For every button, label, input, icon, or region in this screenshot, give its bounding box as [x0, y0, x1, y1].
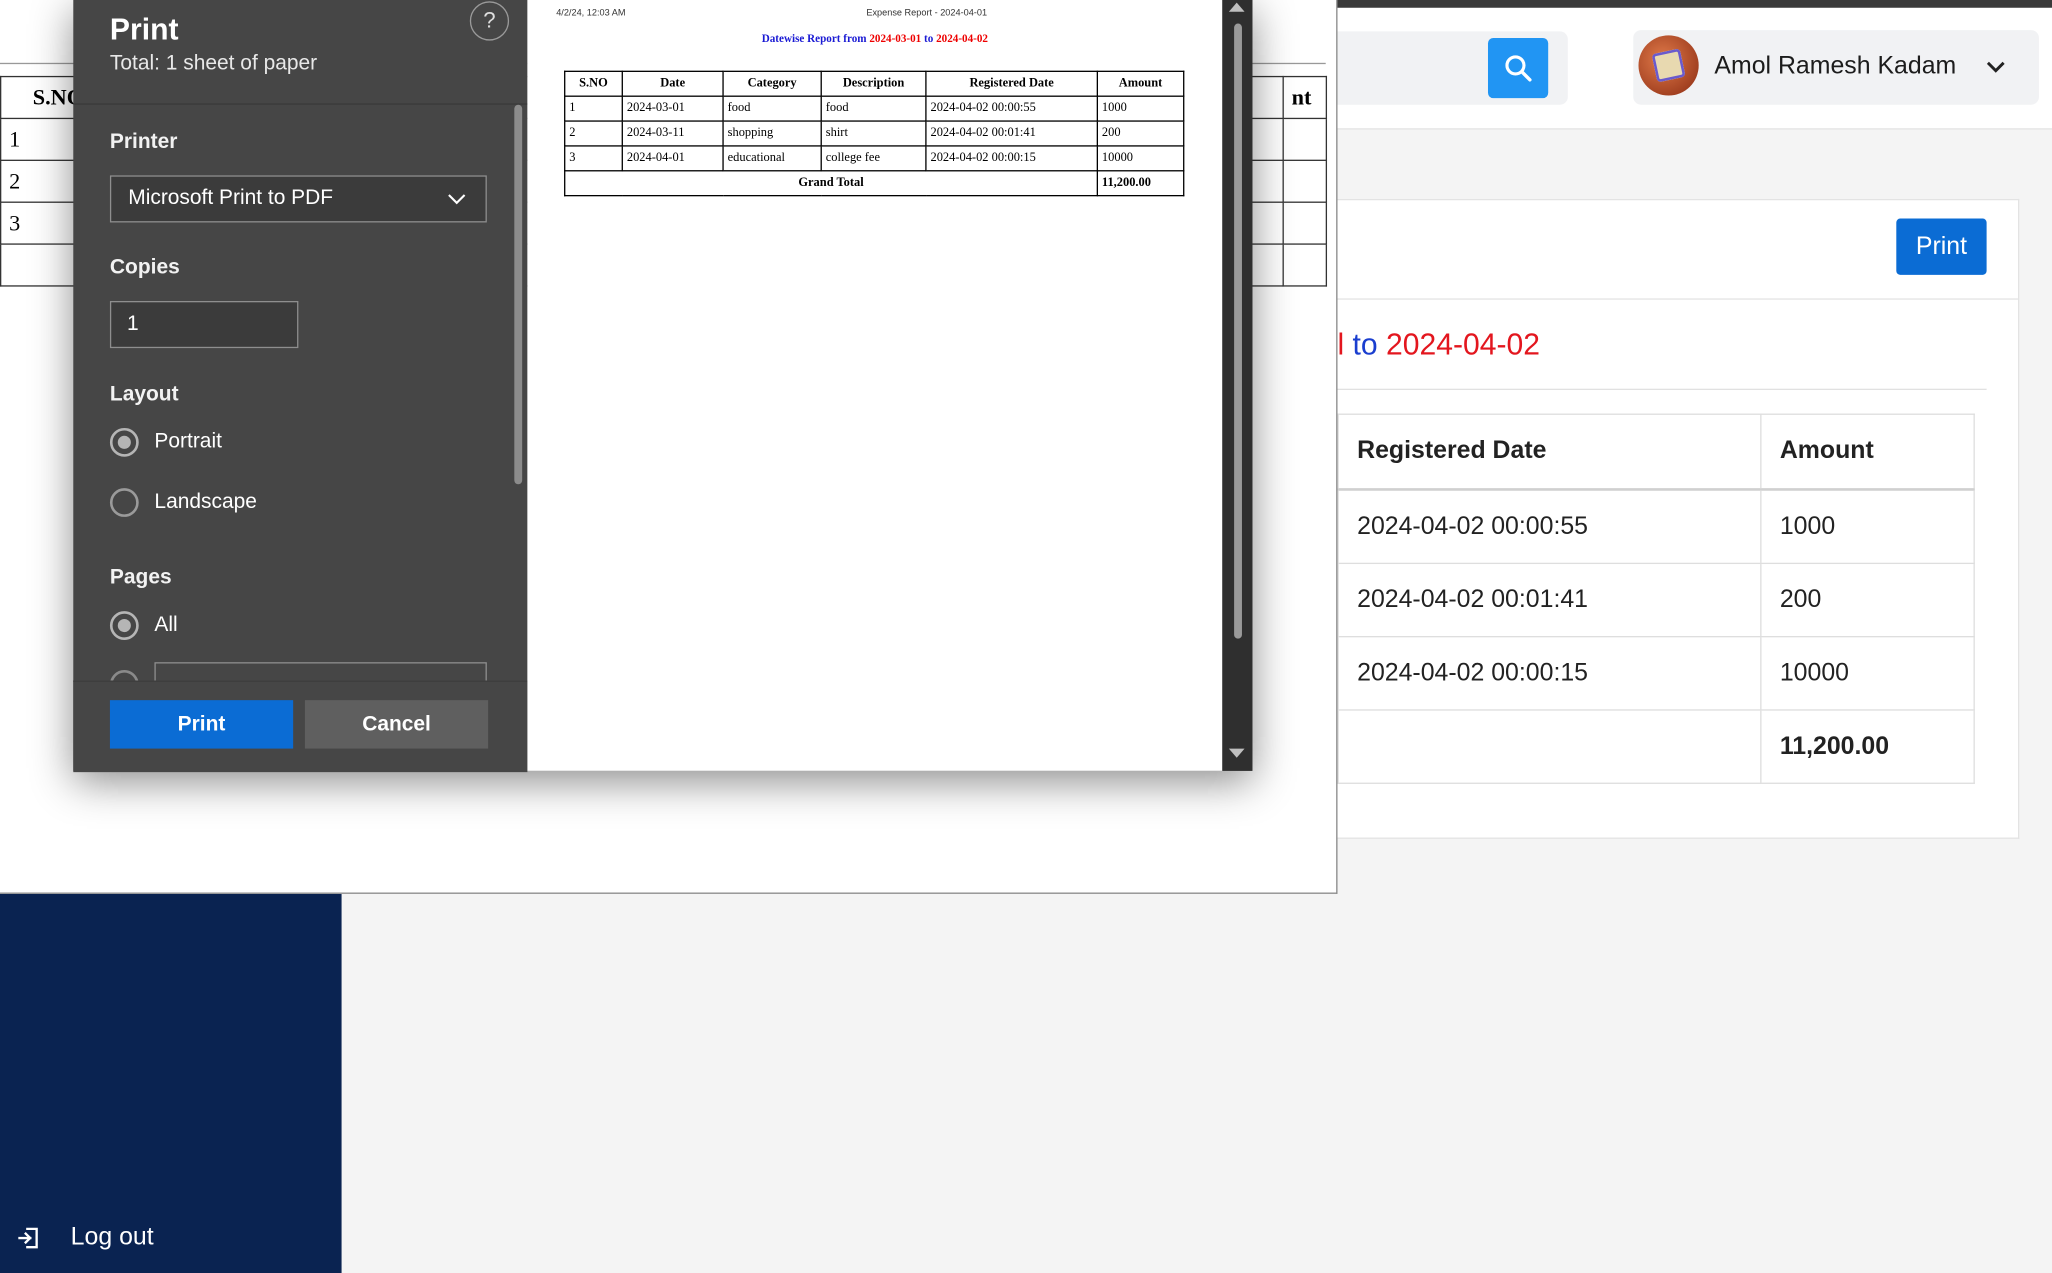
chevron-down-icon[interactable] [1984, 55, 2008, 79]
scroll-down-icon[interactable] [1228, 748, 1245, 758]
print-button[interactable]: Print [109, 700, 294, 749]
column-header-amount: Amount [1760, 413, 1975, 491]
registered-date-cell: 2024-04-02 00:00:55 [1337, 488, 1762, 565]
logout-label: Log out [70, 1223, 154, 1252]
grand-total-label: Grand Total [564, 170, 1098, 197]
settings-scroll-area[interactable]: Printer Microsoft Print to PDF Copies La… [73, 105, 527, 681]
report-table: Registered Date Amount 2024-04-02 00:00:… [1337, 413, 1975, 784]
sidebar [0, 893, 342, 1273]
print-dialog: Print Total: 1 sheet of paper ? Printer … [73, 0, 1253, 773]
portrait-label: Portrait [154, 430, 222, 453]
column-header-registered-date: Registered Date [1337, 413, 1762, 491]
grand-total-row: Grand Total 11,200.00 [564, 170, 1185, 197]
copies-label: Copies [109, 256, 180, 279]
preview-report-title: Datewise Report from 2024-03-01 to 2024-… [761, 31, 989, 45]
chevron-down-icon [448, 194, 466, 205]
amount-cell: 200 [1760, 562, 1975, 638]
table-row: 1 2024-03-01 food food 2024-04-02 00:00:… [564, 95, 1185, 122]
layout-landscape-option[interactable]: Landscape [109, 488, 257, 517]
grand-total-spacer [1337, 709, 1762, 784]
search-icon [1505, 55, 1532, 82]
sheet-count: Total: 1 sheet of paper [109, 52, 318, 75]
registered-date-cell: 2024-04-02 00:01:41 [1337, 562, 1762, 638]
pages-label: Pages [109, 566, 172, 589]
app-print-button[interactable]: Print [1896, 218, 1987, 275]
landscape-radio[interactable] [109, 488, 139, 517]
table-row: 2024-04-02 00:01:41 200 [1337, 562, 1975, 638]
help-icon: ? [483, 7, 496, 33]
report-heading: l to 2024-04-02 [1337, 327, 1541, 362]
printer-label: Printer [109, 130, 178, 154]
printer-value: Microsoft Print to PDF [128, 187, 334, 210]
amount-cell: 10000 [1760, 636, 1975, 711]
pages-custom-input[interactable] [154, 662, 487, 681]
cancel-button[interactable]: Cancel [304, 700, 489, 749]
preview-page: 4/2/24, 12:03 AM Expense Report - 2024-0… [527, 0, 1223, 771]
page-header-datetime: 4/2/24, 12:03 AM [556, 9, 626, 19]
pages-all-option[interactable]: All [109, 611, 178, 640]
registered-date-cell: 2024-04-02 00:00:15 [1337, 636, 1762, 711]
table-header-row: S.NO Date Category Description Registere… [564, 70, 1185, 97]
print-preview: 4/2/24, 12:03 AM Expense Report - 2024-0… [527, 0, 1253, 771]
grand-total-value: 11,200.00 [1760, 709, 1975, 784]
grand-total-value: 11,200.00 [1096, 170, 1185, 197]
pages-all-label: All [154, 613, 178, 637]
doc-header-amount: nt [1282, 75, 1328, 120]
logout-icon [18, 1227, 38, 1249]
browser-top-strip [1337, 0, 2052, 8]
print-settings-panel: Print Total: 1 sheet of paper ? Printer … [73, 0, 528, 773]
layout-portrait-option[interactable]: Portrait [109, 427, 222, 457]
pages-all-radio[interactable] [109, 611, 139, 640]
amount-cell: 1000 [1760, 488, 1975, 565]
layout-label: Layout [109, 383, 179, 406]
logout-button[interactable]: Log out [16, 1224, 154, 1253]
dialog-title: Print [109, 11, 179, 46]
printer-select[interactable]: Microsoft Print to PDF [109, 175, 487, 223]
table-row: 2 2024-03-11 shopping shirt 2024-04-02 0… [564, 120, 1185, 147]
user-name[interactable]: Amol Ramesh Kadam [1714, 52, 1956, 81]
card-divider [1337, 388, 1987, 390]
page-header-title: Expense Report - 2024-04-01 [866, 9, 988, 19]
portrait-radio[interactable] [109, 427, 139, 457]
table-row: 3 2024-04-01 educational college fee 202… [564, 145, 1185, 172]
table-row: 2024-04-02 00:00:55 1000 [1337, 488, 1975, 565]
settings-scrollbar[interactable] [514, 104, 523, 485]
dialog-footer: Print Cancel [73, 680, 528, 773]
pages-custom-radio[interactable] [109, 670, 139, 681]
grand-total-row: 11,200.00 [1337, 709, 1975, 784]
table-row: 2024-04-02 00:00:15 10000 [1337, 636, 1975, 711]
avatar[interactable] [1638, 35, 1699, 96]
table-header-row: Registered Date Amount [1337, 413, 1975, 491]
preview-table: S.NO Date Category Description Registere… [564, 70, 1185, 197]
copies-input[interactable] [109, 301, 299, 349]
search-button[interactable] [1487, 37, 1549, 99]
help-button[interactable]: ? [469, 1, 510, 41]
preview-scrollbar-thumb[interactable] [1234, 23, 1242, 639]
landscape-label: Landscape [154, 490, 257, 514]
scroll-up-icon[interactable] [1228, 2, 1245, 12]
